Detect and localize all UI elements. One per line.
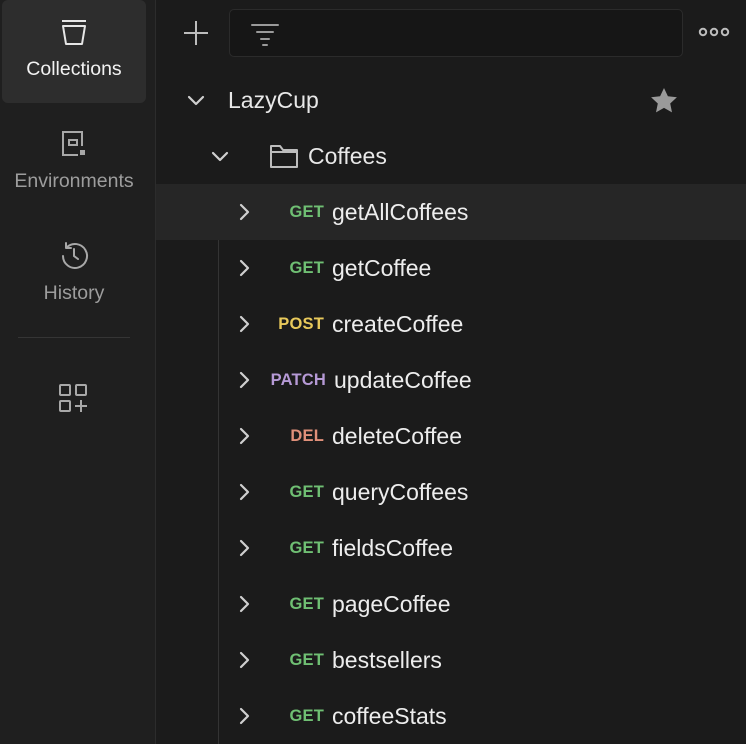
collection-name: LazyCup <box>228 87 319 113</box>
chevron-right-icon[interactable] <box>234 258 254 278</box>
request-name: queryCoffees <box>332 479 469 505</box>
request-row[interactable]: GET fieldsCoffee <box>156 520 746 576</box>
request-name: bestsellers <box>332 647 442 673</box>
more-horizontal-icon[interactable] <box>698 22 730 42</box>
sidebar-item-history[interactable]: History <box>2 224 146 327</box>
chevron-right-icon[interactable] <box>234 482 254 502</box>
chevron-right-icon[interactable] <box>234 202 254 222</box>
request-name: updateCoffee <box>334 367 472 393</box>
request-row[interactable]: DEL deleteCoffee <box>156 408 746 464</box>
request-name: createCoffee <box>332 311 464 337</box>
request-name: pageCoffee <box>332 591 451 617</box>
chevron-right-icon[interactable] <box>234 370 254 390</box>
sidebar-item-label: Environments <box>14 170 134 192</box>
folder-icon <box>270 145 298 168</box>
sidebar-item-collections[interactable]: Collections <box>2 0 146 103</box>
request-row[interactable]: GET queryCoffees <box>156 464 746 520</box>
method-badge: PATCH <box>270 371 326 389</box>
request-name: coffeeStats <box>332 703 447 729</box>
method-badge: POST <box>278 315 324 333</box>
filter-icon <box>251 24 279 46</box>
method-badge: GET <box>289 595 324 613</box>
environments-icon <box>56 126 92 162</box>
plus-icon[interactable] <box>182 19 210 47</box>
request-row[interactable]: GET getCoffee <box>156 240 746 296</box>
sidebar-item-label: History <box>43 282 105 304</box>
method-badge: GET <box>289 203 324 221</box>
chevron-right-icon[interactable] <box>234 538 254 558</box>
apps-add-icon[interactable] <box>56 381 92 417</box>
sidebar-item-label: Collections <box>26 58 122 80</box>
collection-row[interactable]: LazyCup <box>156 72 746 128</box>
request-row[interactable]: GET pageCoffee <box>156 576 746 632</box>
chevron-right-icon[interactable] <box>234 650 254 670</box>
chevron-right-icon[interactable] <box>234 426 254 446</box>
request-row[interactable]: GET getAllCoffees <box>156 184 746 240</box>
request-name: fieldsCoffee <box>332 535 454 561</box>
request-name: getCoffee <box>332 255 432 281</box>
collections-panel: LazyCup Coffees GET getAllCoffees GET getCo… <box>156 0 746 744</box>
chevron-right-icon[interactable] <box>234 314 254 334</box>
sidebar-divider <box>18 337 130 338</box>
sidebar-item-environments[interactable]: Environments <box>2 112 146 215</box>
method-badge: GET <box>289 707 324 725</box>
history-icon <box>56 238 92 274</box>
folder-name: Coffees <box>308 143 387 169</box>
method-badge: GET <box>289 259 324 277</box>
star-icon[interactable] <box>649 86 679 116</box>
chevron-right-icon[interactable] <box>234 594 254 614</box>
chevron-down-icon[interactable] <box>210 146 230 166</box>
request-row[interactable]: GET bestsellers <box>156 632 746 688</box>
collections-icon <box>56 14 92 50</box>
folder-row[interactable]: Coffees <box>156 128 746 184</box>
request-row[interactable]: PATCH updateCoffee <box>156 352 746 408</box>
request-name: deleteCoffee <box>332 423 463 449</box>
method-badge: DEL <box>290 427 324 445</box>
method-badge: GET <box>289 539 324 557</box>
filter-input[interactable] <box>229 9 683 57</box>
chevron-down-icon[interactable] <box>186 90 206 110</box>
method-badge: GET <box>289 483 324 501</box>
request-row[interactable]: GET coffeeStats <box>156 688 746 744</box>
sidebar: Collections Environments History <box>0 0 156 744</box>
request-name: getAllCoffees <box>332 199 469 225</box>
method-badge: GET <box>289 651 324 669</box>
request-row[interactable]: POST createCoffee <box>156 296 746 352</box>
chevron-right-icon[interactable] <box>234 706 254 726</box>
